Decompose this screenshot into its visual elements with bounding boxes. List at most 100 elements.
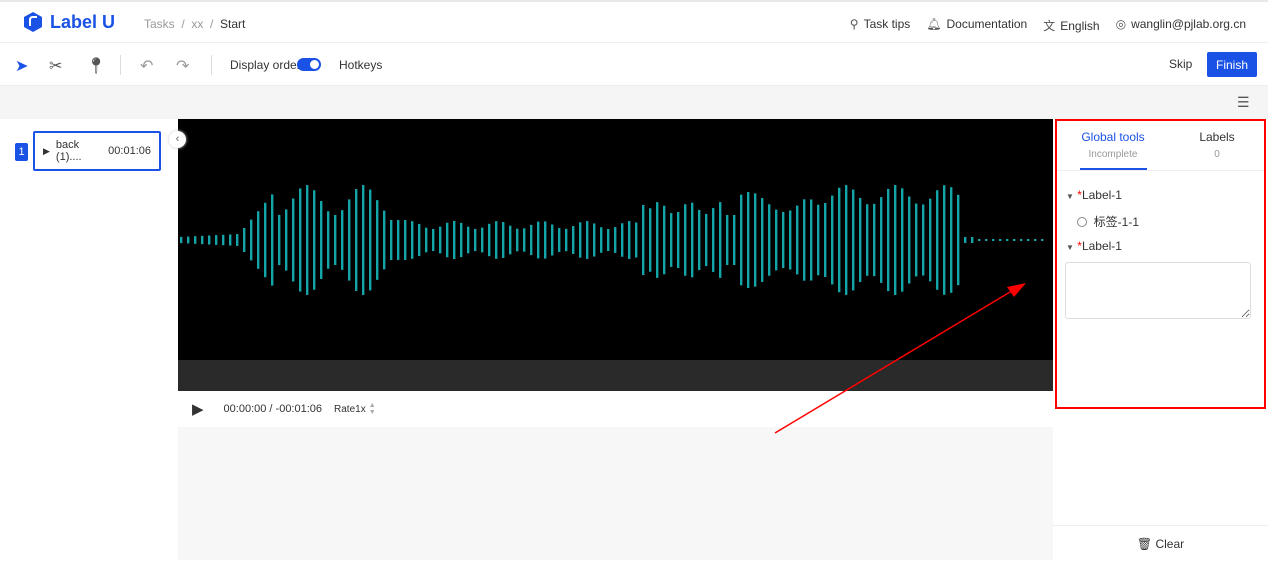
waveform-bar bbox=[782, 211, 785, 269]
trash-icon: 🗑︎ bbox=[1136, 537, 1153, 551]
logo-icon bbox=[24, 12, 42, 32]
undo-icon[interactable]: ↶ bbox=[140, 56, 153, 76]
waveform-bar bbox=[516, 228, 519, 252]
waveform-bar bbox=[1041, 239, 1044, 241]
display-order-toggle[interactable] bbox=[297, 58, 321, 71]
waveform-bar bbox=[425, 227, 428, 253]
file-duration: 00:01:06 bbox=[108, 145, 151, 157]
waveform-bar bbox=[215, 235, 218, 245]
waveform-bar bbox=[859, 197, 862, 283]
waveform-bar bbox=[187, 236, 190, 244]
waveform-bar bbox=[243, 228, 246, 252]
waveform-bar bbox=[201, 235, 204, 245]
language-select[interactable]: 文 English bbox=[1043, 17, 1099, 34]
waveform-bar bbox=[992, 239, 995, 241]
waveform-bar bbox=[768, 204, 771, 276]
play-icon[interactable]: ▶ bbox=[43, 146, 50, 157]
user-icon: ◎ bbox=[1115, 17, 1127, 31]
waveform-bar bbox=[950, 187, 953, 293]
waveform-bar bbox=[929, 198, 932, 282]
waveform-bar bbox=[278, 214, 281, 266]
waveform-bar bbox=[376, 200, 379, 280]
waveform-bar bbox=[1027, 239, 1030, 241]
waveform-bar bbox=[635, 222, 638, 258]
waveform-bar bbox=[880, 197, 883, 283]
waveform-bar bbox=[866, 204, 869, 276]
breadcrumb-xx[interactable]: xx bbox=[191, 17, 203, 31]
waveform-bar bbox=[922, 204, 925, 276]
skip-button[interactable]: Skip bbox=[1169, 57, 1192, 71]
waveform-bar bbox=[656, 202, 659, 278]
waveform-bar bbox=[684, 204, 687, 276]
waveform-bar bbox=[1006, 239, 1009, 241]
logo[interactable]: Label U bbox=[22, 11, 115, 33]
waveform-bar bbox=[705, 213, 708, 267]
waveform-bar bbox=[803, 199, 806, 281]
play-icon[interactable]: ▶ bbox=[192, 400, 204, 418]
waveform-bar bbox=[404, 220, 407, 260]
waveform-bar bbox=[1034, 239, 1037, 241]
breadcrumb-tasks[interactable]: Tasks bbox=[144, 17, 175, 31]
waveform-bar bbox=[733, 215, 736, 265]
waveform-bar bbox=[348, 199, 351, 281]
waveform-bar bbox=[698, 209, 701, 271]
file-index: 1 bbox=[15, 143, 28, 161]
settings-list-icon[interactable]: ☰ bbox=[1237, 94, 1250, 111]
finish-button[interactable]: Finish bbox=[1207, 52, 1257, 77]
waveform-bar bbox=[530, 224, 533, 256]
waveform-bar bbox=[418, 223, 421, 257]
file-item[interactable]: ▶ back (1).... 00:01:06 bbox=[33, 131, 161, 171]
timeline-scrollbar[interactable] bbox=[178, 360, 1053, 391]
playback-rate[interactable]: Rate1x bbox=[334, 404, 366, 415]
waveform-bar bbox=[628, 221, 631, 259]
waveform-bar bbox=[677, 212, 680, 268]
waveform-bar bbox=[817, 204, 820, 276]
waveform-bar bbox=[257, 211, 260, 269]
hotkeys-button[interactable]: Hotkeys bbox=[339, 58, 382, 72]
clear-button[interactable]: 🗑︎ Clear bbox=[1053, 525, 1268, 560]
documentation-link[interactable]: 🔔︎ Documentation bbox=[926, 17, 1027, 34]
waveform-bar bbox=[775, 209, 778, 271]
waveform-bar bbox=[887, 188, 890, 292]
waveform-bar bbox=[957, 194, 960, 286]
waveform-bar bbox=[313, 190, 316, 290]
select-tool-icon[interactable]: ➤ bbox=[15, 56, 28, 76]
waveform-bar bbox=[586, 221, 589, 259]
waveform-bar bbox=[894, 185, 897, 295]
bulb-icon: ⚲ bbox=[849, 17, 859, 31]
task-tips-link[interactable]: ⚲ Task tips bbox=[850, 17, 910, 34]
waveform-bar bbox=[355, 189, 358, 291]
waveform-bar bbox=[1013, 239, 1016, 241]
waveform-bar bbox=[208, 235, 211, 245]
waveform-bar bbox=[334, 214, 337, 266]
waveform-bar bbox=[1020, 239, 1023, 241]
waveform-bar bbox=[719, 202, 722, 278]
waveform-bar bbox=[915, 203, 918, 277]
waveform-bar bbox=[467, 226, 470, 254]
scissors-icon[interactable]: ✂ bbox=[49, 56, 62, 76]
sub-toolbar: ☰ bbox=[0, 86, 1268, 119]
user-menu[interactable]: ◎ wanglin@pjlab.org.cn bbox=[1116, 17, 1246, 34]
waveform[interactable] bbox=[178, 119, 1053, 360]
waveform-bar bbox=[271, 194, 274, 286]
waveform-bar bbox=[649, 208, 652, 272]
translate-icon: 文 bbox=[1043, 19, 1056, 33]
waveform-bar bbox=[222, 234, 225, 246]
player-time: 00:00:00 / -00:01:06 bbox=[223, 403, 323, 415]
waveform-bar bbox=[593, 223, 596, 257]
waveform-bar bbox=[824, 203, 827, 277]
collapse-sidebar-button[interactable]: ‹ bbox=[169, 131, 186, 148]
waveform-bar bbox=[523, 228, 526, 252]
toolbar: ➤ ✂ 📍︎ ↶ ↷ Display order Hotkeys bbox=[0, 43, 1268, 86]
waveform-bar bbox=[432, 228, 435, 252]
waveform-bar bbox=[446, 222, 449, 258]
waveform-bar bbox=[390, 220, 393, 260]
waveform-bar bbox=[502, 222, 505, 258]
rate-stepper-icon[interactable]: ▲ ▼ bbox=[369, 402, 376, 416]
waveform-bar bbox=[362, 185, 365, 295]
waveform-bar bbox=[614, 227, 617, 253]
waveform-bar bbox=[831, 195, 834, 285]
redo-icon[interactable]: ↷ bbox=[176, 56, 189, 76]
waveform-bar bbox=[509, 225, 512, 255]
location-pin-icon[interactable]: 📍︎ bbox=[86, 56, 106, 76]
